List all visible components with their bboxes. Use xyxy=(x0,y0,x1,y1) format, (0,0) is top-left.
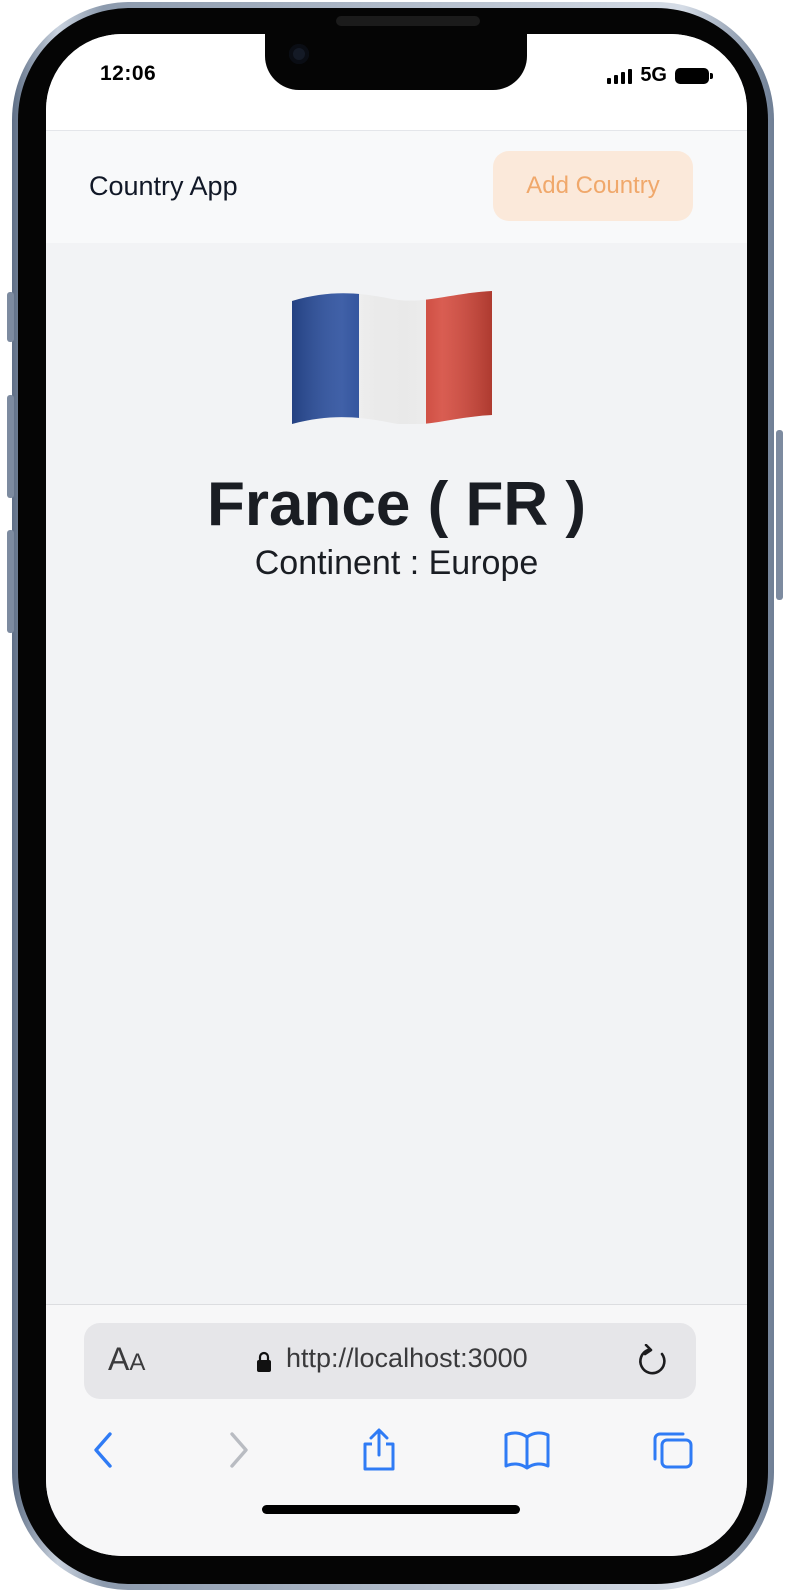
country-name-heading: France ( FR ) xyxy=(207,470,586,539)
notch xyxy=(265,34,527,90)
bookmarks-button[interactable] xyxy=(500,1423,554,1477)
speaker-grill xyxy=(336,16,480,26)
battery-icon xyxy=(675,67,713,84)
tabs-button[interactable] xyxy=(646,1423,700,1477)
share-icon xyxy=(363,1428,395,1471)
aa-small: A xyxy=(129,1349,146,1376)
app-title[interactable]: Country App xyxy=(89,171,238,202)
reload-icon[interactable] xyxy=(636,1344,670,1378)
power-button xyxy=(776,430,783,600)
home-indicator xyxy=(262,1505,520,1514)
back-icon xyxy=(94,1432,112,1468)
forward-button[interactable] xyxy=(212,1423,266,1477)
back-button[interactable] xyxy=(76,1423,130,1477)
url-text[interactable]: http://localhost:3000 xyxy=(286,1343,528,1374)
address-bar[interactable]: AA http://localhost:3000 xyxy=(84,1323,696,1399)
share-button[interactable] xyxy=(352,1423,406,1477)
bookmarks-icon xyxy=(504,1431,550,1470)
status-bar: 12:06 5G xyxy=(46,34,747,130)
continent-text: Continent : Europe xyxy=(254,544,539,582)
status-time: 12:06 xyxy=(100,62,157,85)
lock-icon xyxy=(257,1351,271,1372)
reader-settings-button[interactable]: AA xyxy=(108,1341,145,1378)
mute-switch xyxy=(7,292,14,342)
status-indicators: 5G xyxy=(607,64,713,87)
france-flag-icon xyxy=(292,291,492,424)
volume-up-button xyxy=(7,395,14,498)
network-type: 5G xyxy=(640,64,667,86)
browser-nav-row xyxy=(46,1423,747,1479)
front-camera xyxy=(289,44,309,64)
browser-toolbar: AA http://localhost:3000 xyxy=(46,1304,747,1556)
device-screen: 12:06 5G Country App Add Country France … xyxy=(46,34,747,1556)
tabs-icon xyxy=(653,1432,693,1469)
forward-icon xyxy=(230,1432,248,1468)
app-header: Country App Add Country xyxy=(46,130,747,243)
add-country-button[interactable]: Add Country xyxy=(493,151,693,221)
aa-large: A xyxy=(108,1341,130,1377)
volume-down-button xyxy=(7,530,14,633)
signal-icon xyxy=(607,68,633,84)
